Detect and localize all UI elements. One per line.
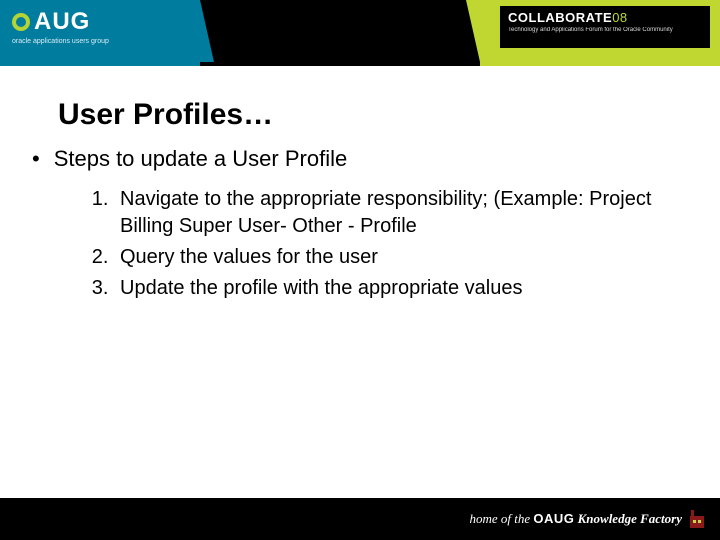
- footer-factory: Factory: [640, 511, 682, 526]
- factory-icon: [688, 508, 706, 530]
- collaborate-badge: COLLABORATE08 Technology and Application…: [500, 6, 710, 48]
- header-left-brand: AUG oracle applications users group: [0, 0, 200, 62]
- bullet-item: • Steps to update a User Profile: [58, 146, 680, 172]
- collaborate-year: 08: [612, 10, 627, 25]
- collaborate-title-text: COLLABORATE: [508, 10, 612, 25]
- oaug-logo-text: AUG: [34, 8, 90, 36]
- list-item: Navigate to the appropriate responsibili…: [114, 186, 680, 240]
- header-mid: [200, 0, 480, 62]
- collaborate-title: COLLABORATE08: [508, 10, 702, 25]
- slide-title: User Profiles…: [58, 98, 680, 132]
- footer-prefix: home of the: [469, 511, 533, 526]
- footer-brand: OAUG: [533, 511, 574, 526]
- bullet-dot-icon: •: [32, 146, 40, 172]
- steps-list: Navigate to the appropriate responsibili…: [114, 186, 680, 302]
- slide-footer: home of the OAUG Knowledge Factory: [0, 498, 720, 540]
- header-divider: [0, 62, 720, 66]
- slide: AUG oracle applications users group COLL…: [0, 0, 720, 540]
- oaug-tagline: oracle applications users group: [12, 38, 188, 45]
- oaug-logo-circle-icon: [12, 13, 30, 31]
- footer-text: home of the OAUG Knowledge Factory: [469, 511, 682, 527]
- bullet-text: Steps to update a User Profile: [54, 146, 348, 172]
- footer-knowledge: Knowledge: [578, 511, 640, 526]
- slide-header: AUG oracle applications users group COLL…: [0, 0, 720, 62]
- slide-body: User Profiles… • Steps to update a User …: [0, 62, 720, 498]
- header-right-brand: COLLABORATE08 Technology and Application…: [480, 0, 720, 62]
- collaborate-subtitle: Technology and Applications Forum for th…: [508, 27, 702, 33]
- list-item: Query the values for the user: [114, 244, 680, 271]
- list-item: Update the profile with the appropriate …: [114, 275, 680, 302]
- oaug-logo: AUG: [12, 8, 188, 36]
